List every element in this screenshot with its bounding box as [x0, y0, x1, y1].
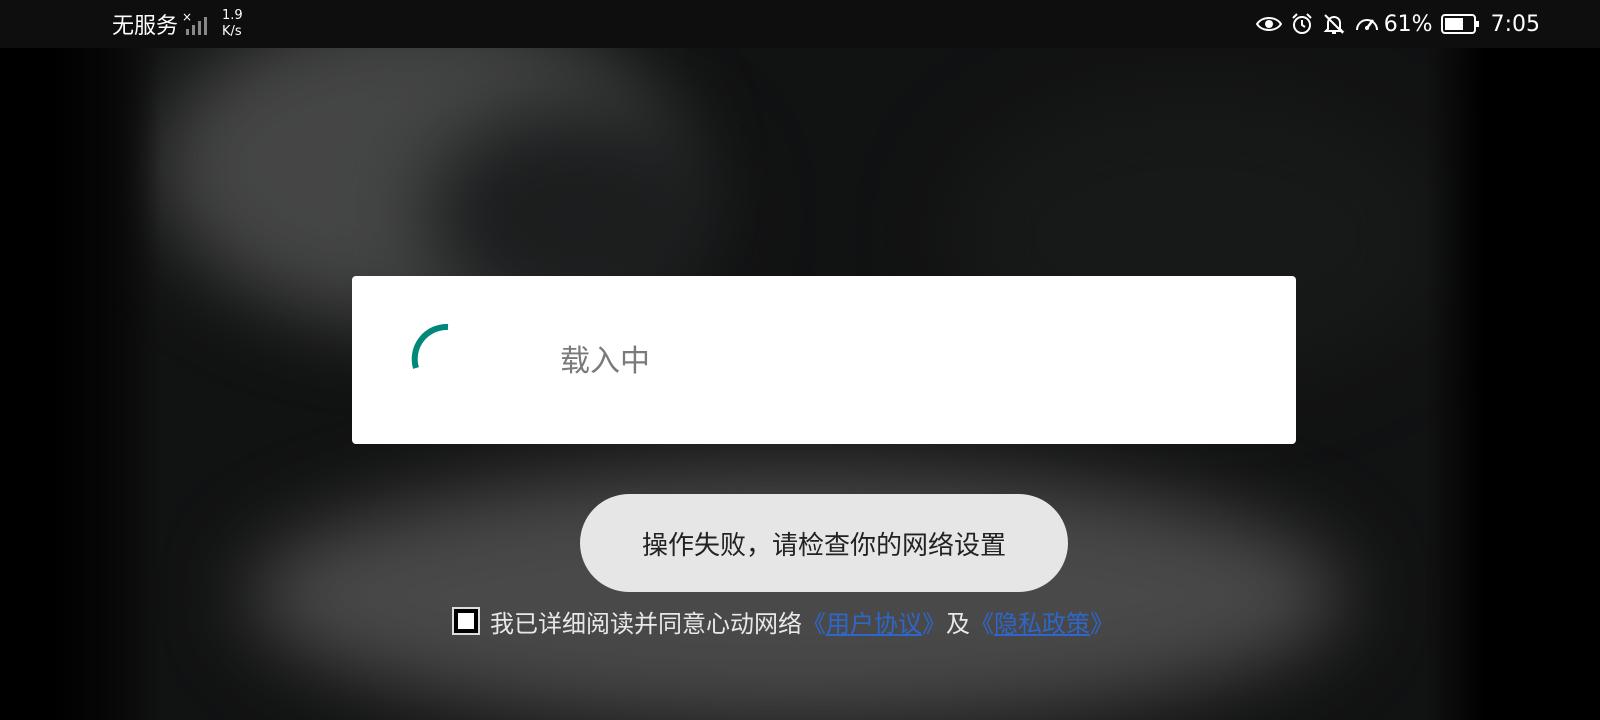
loading-text: 载入中 — [560, 344, 650, 379]
agreement-checkbox[interactable] — [452, 607, 480, 635]
clock: 7:05 — [1490, 11, 1540, 37]
open-bracket: 《 — [970, 609, 994, 638]
svg-text:×: × — [182, 11, 192, 24]
agreement-line: 我已详细阅读并同意心动网络 《 用户协议 》 及 《 隐私政策 》 — [452, 604, 1114, 638]
agreement-prefix: 我已详细阅读并同意心动网络 — [490, 609, 802, 638]
privacy-policy-link[interactable]: 隐私政策 — [994, 604, 1090, 639]
loading-dialog: 载入中 — [352, 276, 1296, 444]
open-bracket: 《 — [802, 609, 826, 638]
eye-icon — [1255, 17, 1282, 31]
agreement-conjunction: 及 — [946, 609, 970, 638]
screen: 无服务 × 1.9 K/s 61% 7:05 载入中 操作失败，请检查你的网络设… — [0, 0, 1600, 720]
no-signal-icon: × — [182, 11, 208, 35]
network-error-toast: 操作失败，请检查你的网络设置 — [580, 494, 1068, 592]
alarm-icon — [1291, 13, 1312, 34]
net-speed: 1.9 K/s — [222, 8, 243, 40]
battery-percent: 61% — [1383, 11, 1433, 37]
close-bracket: 》 — [922, 609, 946, 638]
net-speed-unit: K/s — [222, 24, 242, 39]
battery-icon — [1440, 14, 1479, 34]
bell-off-icon — [1323, 14, 1345, 34]
user-agreement-link[interactable]: 用户协议 — [826, 604, 922, 639]
toast-message: 操作失败，请检查你的网络设置 — [641, 530, 1006, 561]
speedometer-icon — [1355, 19, 1378, 31]
loading-spinner-icon — [411, 323, 449, 369]
net-speed-value: 1.9 — [222, 8, 243, 23]
status-bar: 无服务 × 1.9 K/s 61% 7:05 — [0, 0, 1600, 48]
close-bracket: 》 — [1090, 609, 1114, 638]
checkbox-checked-mark — [458, 613, 474, 629]
carrier-label: 无服务 — [112, 14, 179, 39]
